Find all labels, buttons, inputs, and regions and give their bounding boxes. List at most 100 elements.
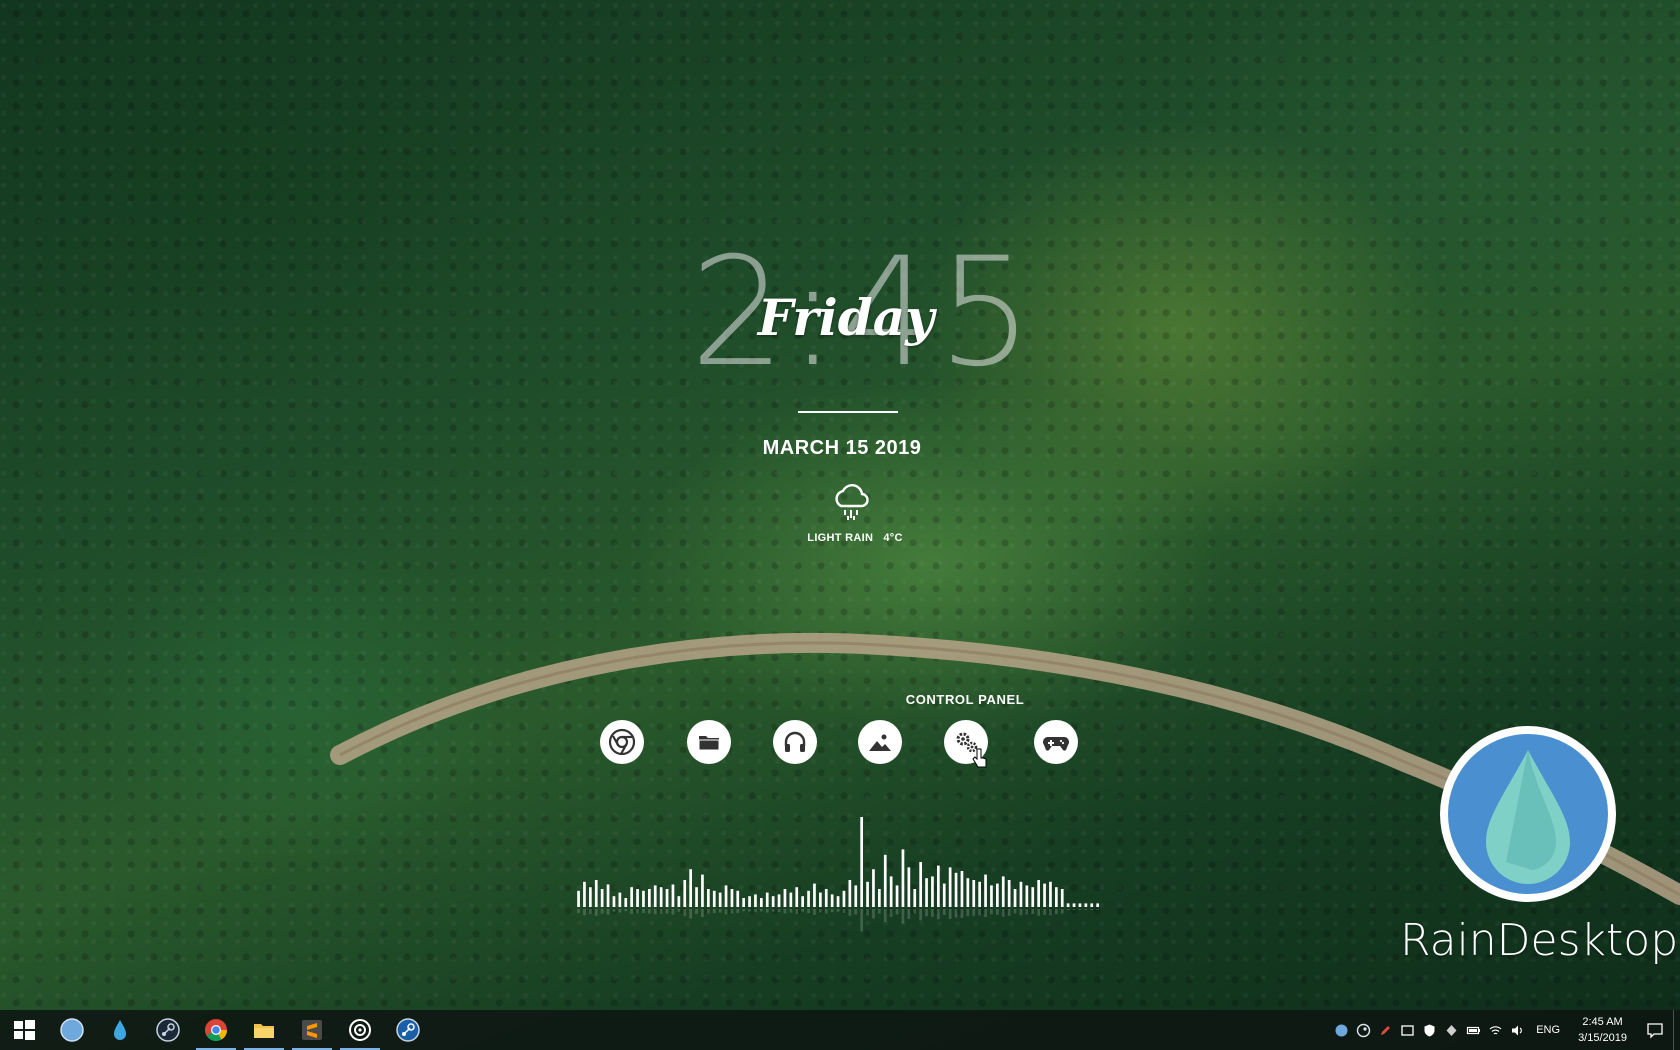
- visualizer-bar-reflection: [701, 909, 704, 918]
- sublime-text-icon: [302, 1020, 322, 1040]
- tray-circle-app[interactable]: [1330, 1010, 1352, 1050]
- steam-icon: [156, 1018, 180, 1042]
- visualizer-bar-reflection: [583, 909, 586, 916]
- launcher-chrome[interactable]: [600, 720, 644, 764]
- visualizer-bar: [801, 896, 804, 907]
- launcher-pictures[interactable]: [858, 720, 902, 764]
- visualizer-bar: [642, 890, 645, 907]
- tray-battery[interactable]: [1462, 1010, 1484, 1050]
- visualizer-bar: [925, 878, 928, 907]
- visualizer-bar-reflection: [996, 909, 999, 915]
- visualizer-bar: [889, 876, 893, 907]
- visualizer-bar-reflection: [937, 909, 940, 920]
- shield-icon: [1424, 1024, 1435, 1036]
- visualizer-bar: [718, 892, 722, 907]
- visualizer-bar-reflection: [606, 909, 610, 915]
- visualizer-bar: [1084, 903, 1088, 907]
- launcher-folder[interactable]: [687, 720, 731, 764]
- visualizer-bar-reflection: [1049, 909, 1052, 916]
- tray-diamond[interactable]: [1440, 1010, 1462, 1050]
- visualizer-bar-reflection: [931, 909, 934, 917]
- rain-cloud-icon: [835, 484, 869, 520]
- tray-volume[interactable]: [1506, 1010, 1528, 1050]
- show-desktop-button[interactable]: [1673, 1010, 1680, 1050]
- start-button[interactable]: [0, 1010, 48, 1050]
- visualizer-bar: [771, 896, 775, 907]
- visualizer-bar: [730, 889, 734, 907]
- visualizer-bar-reflection: [689, 909, 692, 919]
- visualizer-bar: [966, 878, 970, 907]
- weather-summary: LIGHT RAIN 4°C: [800, 532, 910, 544]
- visualizer-bar: [618, 892, 622, 907]
- visualizer-bar-reflection: [612, 909, 616, 912]
- circle-app-icon: [60, 1018, 84, 1042]
- visualizer-bar: [583, 881, 586, 907]
- visualizer-bar-reflection: [589, 909, 592, 914]
- visualizer-bar-reflection: [600, 909, 604, 914]
- visualizer-bar: [919, 862, 922, 907]
- taskbar-app-chrome[interactable]: [192, 1010, 240, 1050]
- visualizer-bar-reflection: [1031, 909, 1035, 914]
- visualizer-bar-reflection: [860, 909, 863, 932]
- visualizer-bar: [836, 896, 840, 907]
- launcher-games[interactable]: [1034, 720, 1078, 764]
- visualizer-bar: [1025, 885, 1029, 907]
- tray-shield[interactable]: [1418, 1010, 1440, 1050]
- visualizer-bar-reflection: [742, 909, 745, 912]
- taskbar-app-target[interactable]: [336, 1010, 384, 1050]
- visualizer-bar: [577, 890, 580, 907]
- visualizer-bar-reflection: [736, 909, 740, 913]
- visualizer-bar: [1037, 880, 1040, 907]
- taskbar-app-steam[interactable]: [144, 1010, 192, 1050]
- tray-window[interactable]: [1396, 1010, 1418, 1050]
- visualizer-bar: [842, 890, 846, 907]
- visualizer-bar: [1055, 887, 1058, 907]
- visualizer-bar: [1031, 887, 1035, 907]
- visualizer-bar-reflection: [1066, 909, 1070, 910]
- visualizer-bar: [883, 854, 887, 907]
- action-center-button[interactable]: [1637, 1010, 1673, 1050]
- visualizer-bar-reflection: [1019, 909, 1023, 916]
- visualizer-bar: [712, 890, 716, 907]
- taskbar-app-file-explorer[interactable]: [240, 1010, 288, 1050]
- visualizer-bar: [972, 880, 976, 907]
- visualizer-bar: [937, 865, 940, 907]
- taskbar-app-sublime[interactable]: [288, 1010, 336, 1050]
- visualizer-bar: [765, 892, 769, 907]
- visualizer-bar-reflection: [1025, 909, 1029, 915]
- taskbar-app-steam-2[interactable]: [384, 1010, 432, 1050]
- visualizer-bar: [996, 883, 999, 907]
- visualizer-bar: [1043, 883, 1046, 907]
- tray-steam[interactable]: [1352, 1010, 1374, 1050]
- visualizer-bar: [913, 889, 917, 907]
- taskbar-app-circle[interactable]: [48, 1010, 96, 1050]
- visualizer-bar-reflection: [819, 909, 822, 913]
- clock-date: MARCH 15 2019: [762, 437, 922, 459]
- visualizer-bar: [671, 884, 675, 907]
- window-icon: [1401, 1024, 1414, 1036]
- tray-wifi[interactable]: [1484, 1010, 1506, 1050]
- visualizer-bar: [819, 892, 822, 907]
- visualizer-bar: [990, 885, 993, 907]
- tray-pen[interactable]: [1374, 1010, 1396, 1050]
- visualizer-bar-reflection: [848, 909, 852, 916]
- taskbar-date: 3/15/2019: [1578, 1032, 1627, 1044]
- visualizer-bar: [777, 894, 781, 907]
- image-icon: [869, 734, 891, 751]
- visualizer-bar-reflection: [907, 909, 911, 919]
- visualizer-bar-reflection: [665, 909, 669, 914]
- weather-condition: LIGHT RAIN: [807, 532, 874, 544]
- visualizer-bar-reflection: [795, 909, 799, 914]
- launcher-music[interactable]: [773, 720, 817, 764]
- visualizer-bar: [907, 867, 911, 907]
- language-indicator[interactable]: ENG: [1528, 1024, 1568, 1036]
- visualizer-bar-reflection: [883, 909, 887, 922]
- taskbar-clock[interactable]: 2:45 AM 3/15/2019: [1568, 1014, 1637, 1046]
- visualizer-bar-reflection: [754, 909, 757, 913]
- visualizer-bar-reflection: [1090, 909, 1094, 910]
- visualizer-bar-reflection: [960, 909, 964, 918]
- battery-icon: [1466, 1026, 1480, 1034]
- visualizer-bar-reflection: [648, 909, 651, 914]
- visualizer-bar-reflection: [878, 909, 881, 914]
- taskbar-app-rainmeter[interactable]: [96, 1010, 144, 1050]
